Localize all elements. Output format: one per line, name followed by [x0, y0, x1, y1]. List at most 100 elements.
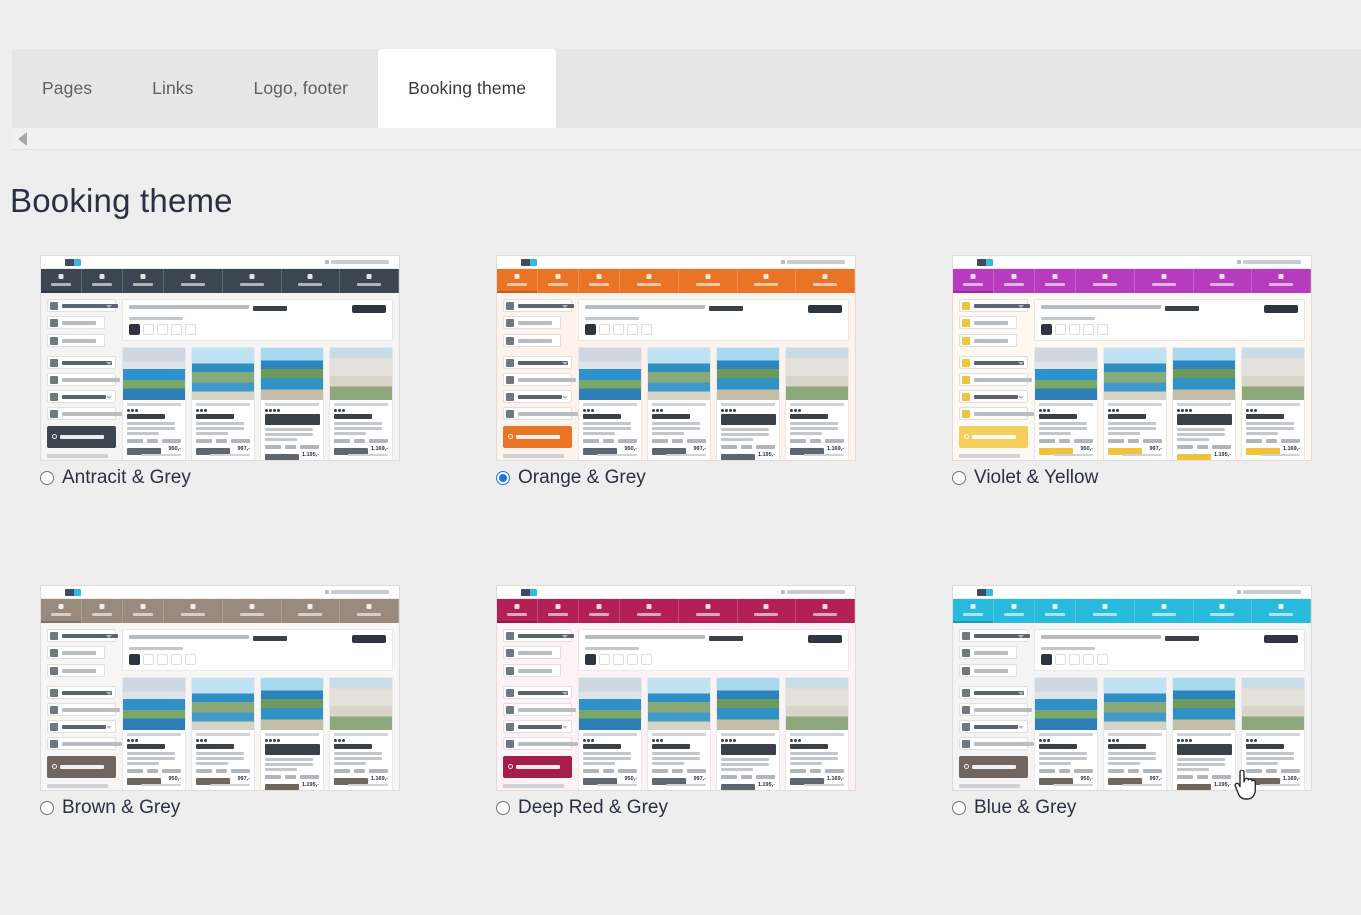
preview-hotel-photo	[1104, 678, 1166, 730]
preview-top-link	[1237, 260, 1301, 264]
theme-option-violet-yellow[interactable]: 950,- 997,- 1.195,- 1.169,- Violet & Yellow	[952, 255, 1361, 585]
preview-hotel-photo	[1035, 348, 1097, 400]
radio-label-orange-grey[interactable]: Orange & Grey	[518, 467, 646, 489]
theme-preview-antracit-grey[interactable]: 950,- 997,- 1.195,- 1.169,-	[40, 255, 400, 461]
theme-option-deep-red-grey[interactable]: 950,- 997,- 1.195,- 1.169,- Deep Red & Grey	[496, 585, 952, 915]
preview-logo	[977, 259, 993, 266]
preview-nav-item	[620, 269, 679, 293]
theme-preview-brown-grey[interactable]: 950,- 997,- 1.195,- 1.169,-	[40, 585, 400, 791]
preview-search-button	[959, 756, 1028, 778]
preview-field	[959, 664, 1017, 677]
radio-violet-yellow[interactable]	[952, 471, 966, 485]
preview-hotel-name	[1177, 414, 1232, 425]
preview-logo	[977, 589, 993, 596]
theme-radio-row[interactable]: Orange & Grey	[496, 467, 646, 489]
preview-hotel-name	[334, 744, 373, 749]
preview-hotel-price: 1.195,-	[757, 782, 775, 788]
theme-preview-blue-grey[interactable]: 950,- 997,- 1.195,- 1.169,-	[952, 585, 1312, 791]
preview-hotel-name	[1108, 744, 1147, 749]
radio-orange-grey[interactable]	[496, 471, 510, 485]
preview-hotel-photo	[1173, 678, 1235, 730]
theme-radio-row[interactable]: Brown & Grey	[40, 797, 180, 819]
preview-hotel-price: 1.195,-	[757, 452, 775, 458]
preview-field	[503, 390, 572, 403]
radio-label-antracit-grey[interactable]: Antracit & Grey	[62, 467, 191, 489]
preview-nav-item	[340, 269, 399, 293]
preview-hotel-price: 950,-	[168, 776, 181, 782]
preview-hotel-photo	[786, 678, 848, 730]
preview-hotel-name	[196, 414, 235, 419]
theme-radio-row[interactable]: Antracit & Grey	[40, 467, 191, 489]
preview-nav-item	[1076, 599, 1135, 623]
preview-nav	[953, 269, 1311, 293]
radio-label-violet-yellow[interactable]: Violet & Yellow	[974, 467, 1098, 489]
preview-field	[47, 316, 105, 329]
preview-hotel-price: 1.195,-	[1213, 782, 1231, 788]
preview-field	[959, 334, 1017, 347]
preview-field	[503, 373, 576, 386]
preview-main: 950,- 997,- 1.195,- 1.169,-	[122, 629, 393, 790]
tab-logo-footer[interactable]: Logo, footer	[223, 49, 378, 128]
preview-star-rating	[583, 739, 637, 742]
radio-label-deep-red-grey[interactable]: Deep Red & Grey	[518, 797, 668, 819]
radio-label-brown-grey[interactable]: Brown & Grey	[62, 797, 180, 819]
preview-topbar	[497, 256, 855, 269]
tab-scrollbar[interactable]	[12, 128, 1361, 150]
theme-radio-row[interactable]: Blue & Grey	[952, 797, 1076, 819]
preview-nav-item	[223, 599, 282, 623]
preview-hotel-photo	[192, 678, 254, 730]
theme-option-orange-grey[interactable]: 950,- 997,- 1.195,- 1.169,- Orange & Grey	[496, 255, 952, 585]
theme-option-blue-grey[interactable]: 950,- 997,- 1.195,- 1.169,- Blue & Grey	[952, 585, 1361, 915]
preview-body: 950,- 997,- 1.195,- 1.169,-	[497, 623, 855, 790]
preview-hotel-photo	[648, 348, 710, 400]
preview-hotel-name	[1108, 414, 1147, 419]
preview-hotel-price: 997,-	[693, 776, 706, 782]
preview-star-rating	[1108, 409, 1162, 412]
preview-star-rating	[1039, 739, 1093, 742]
preview-hotel-name	[1246, 744, 1285, 749]
theme-option-antracit-grey[interactable]: 950,- 997,- 1.195,- 1.169,- Antracit & Grey	[40, 255, 496, 585]
preview-nav-item	[1252, 599, 1311, 623]
radio-antracit-grey[interactable]	[40, 471, 54, 485]
preview-hotel-card: 997,-	[191, 677, 255, 790]
tab-links[interactable]: Links	[122, 49, 223, 128]
preview-field	[503, 720, 572, 733]
preview-hotel-price: 997,-	[693, 446, 706, 452]
preview-star-rating	[1177, 739, 1231, 742]
preview-nav-item	[620, 599, 679, 623]
preview-hotel-list: 950,- 997,- 1.195,- 1.169,-	[1034, 347, 1305, 460]
preview-hotel-price: 1.169,-	[370, 446, 388, 452]
preview-nav	[497, 599, 855, 623]
radio-label-blue-grey[interactable]: Blue & Grey	[974, 797, 1076, 819]
theme-radio-row[interactable]: Violet & Yellow	[952, 467, 1098, 489]
preview-sidebar	[503, 299, 578, 460]
theme-preview-deep-red-grey[interactable]: 950,- 997,- 1.195,- 1.169,-	[496, 585, 856, 791]
triangle-left-icon[interactable]	[18, 132, 27, 146]
preview-field	[503, 686, 572, 699]
preview-hotel-photo	[261, 678, 323, 730]
theme-option-brown-grey[interactable]: 950,- 997,- 1.195,- 1.169,- Brown & Grey	[40, 585, 496, 915]
preview-hotel-photo	[123, 678, 185, 730]
preview-topbar	[41, 586, 399, 599]
radio-blue-grey[interactable]	[952, 801, 966, 815]
theme-preview-orange-grey[interactable]: 950,- 997,- 1.195,- 1.169,-	[496, 255, 856, 461]
theme-preview-violet-yellow[interactable]: 950,- 997,- 1.195,- 1.169,-	[952, 255, 1312, 461]
preview-star-rating	[1177, 409, 1231, 412]
preview-main: 950,- 997,- 1.195,- 1.169,-	[1034, 299, 1305, 460]
tab-pages[interactable]: Pages	[12, 49, 122, 128]
preview-hotel-photo	[579, 678, 641, 730]
preview-hotel-photo	[1242, 678, 1304, 730]
theme-radio-row[interactable]: Deep Red & Grey	[496, 797, 668, 819]
preview-hotel-name	[265, 744, 320, 755]
tab-booking-theme[interactable]: Booking theme	[378, 49, 557, 128]
tab-bar: Pages Links Logo, footer Booking theme	[12, 49, 1361, 128]
preview-field	[47, 390, 116, 403]
preview-body: 950,- 997,- 1.195,- 1.169,-	[41, 293, 399, 460]
preview-hotel-card: 997,-	[191, 347, 255, 460]
radio-brown-grey[interactable]	[40, 801, 54, 815]
preview-nav-item	[679, 269, 738, 293]
preview-hotel-list: 950,- 997,- 1.195,- 1.169,-	[1034, 677, 1305, 790]
preview-logo	[521, 259, 537, 266]
radio-deep-red-grey[interactable]	[496, 801, 510, 815]
preview-hotel-name	[127, 744, 166, 749]
